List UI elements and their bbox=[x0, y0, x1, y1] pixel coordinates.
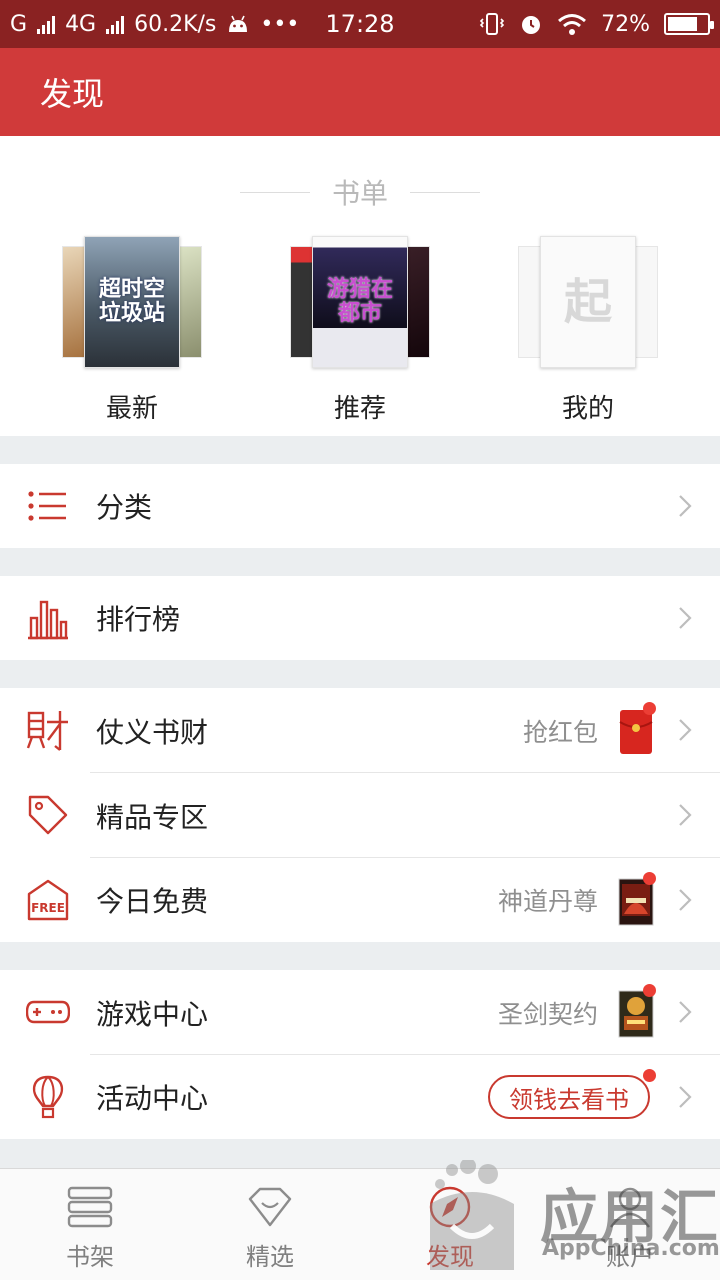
wifi-icon bbox=[558, 14, 587, 35]
menu-item-activity[interactable]: 活动中心 领钱去看书 bbox=[0, 1055, 720, 1139]
list-icon bbox=[28, 491, 66, 521]
tag-icon bbox=[28, 795, 68, 835]
red-packet-icon bbox=[619, 710, 653, 754]
tab-bookshelf[interactable]: 书架 bbox=[0, 1169, 180, 1280]
menu-item-premium[interactable]: 精品专区 bbox=[0, 773, 720, 858]
app-header: 发现 bbox=[0, 48, 720, 136]
chevron-right-icon bbox=[679, 1001, 692, 1023]
gamepad-icon bbox=[26, 1000, 70, 1024]
menu-group-centers: 游戏中心 圣剑契约 活动中心 领钱去看书 bbox=[0, 970, 720, 1139]
android-icon bbox=[229, 15, 248, 32]
compass-icon bbox=[429, 1186, 471, 1228]
booklist-cover-stack: 超时空垃圾站 bbox=[62, 236, 202, 368]
menu-item-ranking[interactable]: 排行榜 bbox=[0, 576, 720, 660]
menu-item-label: 仗义书财 bbox=[96, 715, 209, 749]
bar-chart-icon bbox=[28, 600, 68, 640]
status-right: 72% bbox=[479, 11, 714, 37]
menu-item-label: 今日免费 bbox=[96, 885, 209, 918]
alarm-icon bbox=[522, 16, 541, 34]
booklist-label: 最新 bbox=[105, 394, 158, 424]
bottom-tab-bar: 书架 精选 发现 账户 bbox=[0, 1168, 720, 1280]
booklist-section: 书单 超时空垃圾站 最新 游猎在都市 推荐 起 我的 bbox=[0, 136, 720, 436]
tab-discover[interactable]: 发现 bbox=[360, 1169, 540, 1280]
game-thumbnail bbox=[618, 990, 654, 1038]
chevron-right-icon bbox=[679, 495, 692, 517]
tab-label: 账户 bbox=[606, 1243, 654, 1271]
menu-item-free-today[interactable]: FREE 今日免费 神道丹尊 bbox=[0, 858, 720, 942]
menu-item-hint: 抢红包 bbox=[522, 717, 598, 747]
booklist-row: 超时空垃圾站 最新 游猎在都市 推荐 起 我的 bbox=[0, 236, 720, 425]
menu-item-label: 游戏中心 bbox=[96, 997, 209, 1031]
signal-icon bbox=[37, 14, 56, 34]
tab-label: 发现 bbox=[426, 1243, 474, 1271]
signal-icon-2 bbox=[106, 14, 125, 34]
notification-dot bbox=[643, 1069, 656, 1082]
booklist-cover-stack: 起 bbox=[518, 236, 658, 368]
book-cover: 游猎在都市 bbox=[312, 236, 408, 368]
menu-item-game-center[interactable]: 游戏中心 圣剑契约 bbox=[0, 970, 720, 1055]
menu-group-ranking: 排行榜 bbox=[0, 576, 720, 660]
title-divider-right bbox=[410, 191, 480, 193]
tab-label: 书架 bbox=[66, 1243, 114, 1271]
booklist-label: 我的 bbox=[561, 394, 614, 424]
svg-text:FREE: FREE bbox=[31, 901, 65, 915]
booklist-latest[interactable]: 超时空垃圾站 最新 bbox=[18, 236, 246, 425]
title-divider-left bbox=[239, 191, 310, 193]
chevron-right-icon bbox=[679, 1086, 692, 1108]
booklist-mine[interactable]: 起 我的 bbox=[474, 236, 702, 425]
tab-label: 精选 bbox=[246, 1243, 294, 1271]
hot-air-balloon-icon bbox=[32, 1075, 64, 1119]
notification-dot bbox=[643, 984, 656, 997]
menu-item-label: 分类 bbox=[96, 491, 153, 524]
booklist-title: 书单 bbox=[0, 172, 720, 212]
booklist-recommended[interactable]: 游猎在都市 推荐 bbox=[246, 236, 474, 425]
menu-group-category: 分类 bbox=[0, 464, 720, 548]
page-title: 发现 bbox=[40, 75, 105, 113]
menu-item-hint: 圣剑契约 bbox=[497, 999, 598, 1029]
carrier-1: G bbox=[10, 11, 28, 37]
battery-icon bbox=[664, 13, 714, 35]
menu-item-finance[interactable]: 仗义书财 抢红包 bbox=[0, 688, 720, 773]
net-speed: 60.2K/s bbox=[134, 11, 217, 37]
more-dots: ••• bbox=[260, 11, 300, 37]
tag-icon bbox=[248, 1187, 292, 1227]
menu-item-label: 排行榜 bbox=[96, 603, 181, 636]
vibrate-icon bbox=[479, 13, 505, 35]
menu-item-label: 精品专区 bbox=[96, 800, 209, 834]
chevron-right-icon bbox=[679, 889, 692, 911]
status-bar: G 4G 60.2K/s ••• 17:28 72% bbox=[0, 0, 720, 48]
booklist-cover-stack: 游猎在都市 bbox=[290, 236, 430, 368]
book-thumbnail bbox=[618, 878, 654, 926]
menu-item-category[interactable]: 分类 bbox=[0, 464, 720, 548]
menu-item-label: 活动中心 bbox=[96, 1082, 209, 1115]
chevron-right-icon bbox=[679, 607, 692, 629]
free-icon: FREE bbox=[27, 879, 69, 921]
wealth-icon bbox=[26, 711, 68, 751]
menu-group-promotions: 仗义书财 抢红包 精品专区 FREE 今日免费 神道丹尊 bbox=[0, 688, 720, 942]
carrier-2: 4G bbox=[65, 11, 97, 37]
tab-account[interactable]: 账户 bbox=[540, 1169, 720, 1280]
bookshelf-icon bbox=[67, 1186, 113, 1228]
status-left: G 4G 60.2K/s ••• bbox=[10, 12, 299, 37]
book-cover: 超时空垃圾站 bbox=[84, 236, 180, 368]
get-money-read-badge: 领钱去看书 bbox=[488, 1075, 650, 1119]
booklist-label: 推荐 bbox=[333, 394, 386, 424]
notification-dot bbox=[643, 872, 656, 885]
booklist-title-text: 书单 bbox=[331, 177, 388, 210]
tab-featured[interactable]: 精选 bbox=[180, 1169, 360, 1280]
notification-dot bbox=[643, 702, 656, 715]
chevron-right-icon bbox=[679, 804, 692, 826]
book-cover-placeholder: 起 bbox=[540, 236, 636, 368]
user-icon bbox=[610, 1187, 650, 1228]
battery-percent: 72% bbox=[601, 11, 650, 37]
menu-item-hint: 神道丹尊 bbox=[497, 887, 598, 916]
chevron-right-icon bbox=[679, 719, 692, 741]
